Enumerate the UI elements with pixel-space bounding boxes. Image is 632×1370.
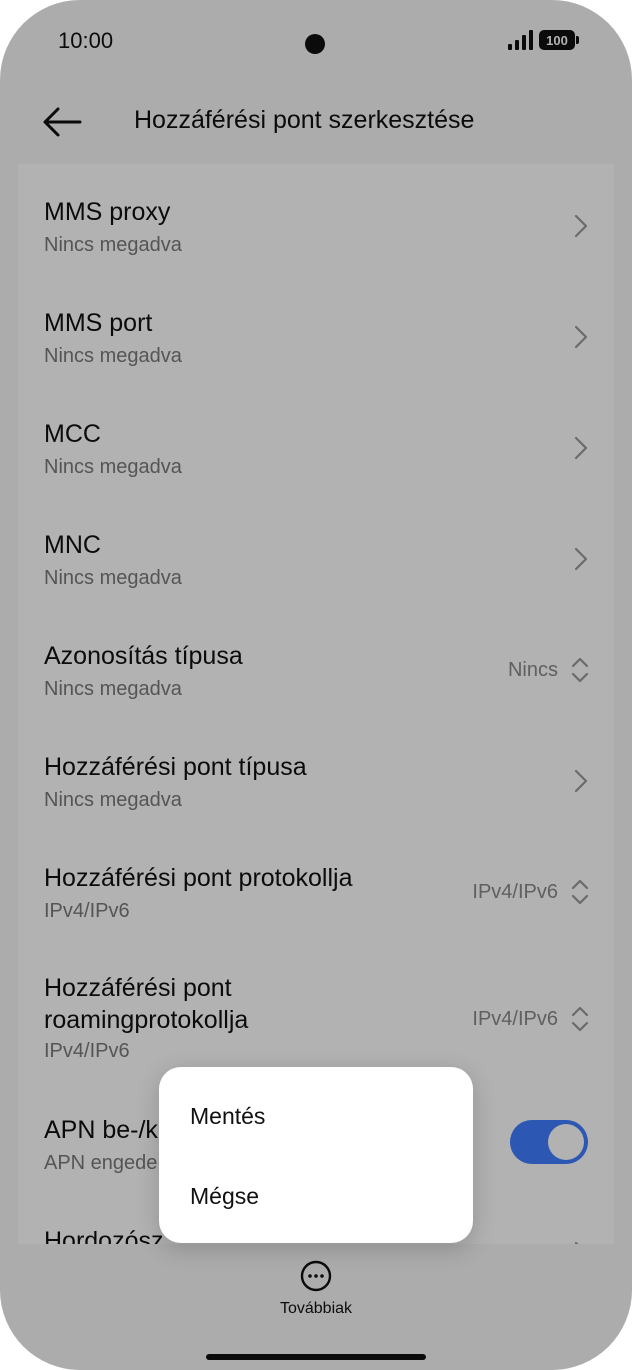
save-menu-item[interactable]: Mentés	[190, 1103, 265, 1130]
phone-screen: 10:00 100 Hozzáférési pont szerkesztése …	[0, 0, 632, 1370]
cancel-menu-item[interactable]: Mégse	[190, 1183, 259, 1210]
popup-menu: Mentés Mégse	[159, 1067, 473, 1243]
